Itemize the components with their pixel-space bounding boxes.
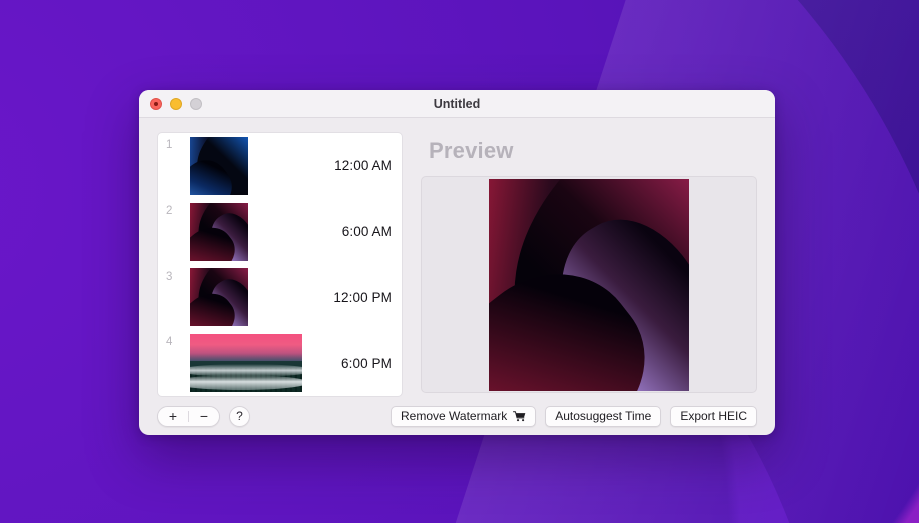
remove-watermark-button[interactable]: Remove Watermark bbox=[391, 405, 537, 427]
zoom-button[interactable] bbox=[190, 97, 202, 110]
list-item[interactable]: 3 12:00 PM bbox=[158, 265, 402, 331]
row-index: 3 bbox=[166, 270, 173, 283]
cart-icon bbox=[513, 410, 526, 422]
row-index: 1 bbox=[166, 139, 173, 151]
wallpaper-thumb-art bbox=[190, 202, 248, 261]
frame-time[interactable]: 6:00 PM bbox=[310, 356, 392, 371]
traffic-light-group bbox=[139, 97, 202, 110]
wallpaper-thumb-art bbox=[190, 136, 248, 195]
thumbnail-wrap bbox=[190, 268, 248, 327]
close-icon bbox=[154, 101, 158, 106]
desktop-wallpaper: Untitled 1 12:00 AM 2 6:00 AM 3 12:00 PM… bbox=[0, 0, 919, 523]
preview-image bbox=[489, 178, 689, 391]
bottom-toolbar: + − ? Remove Watermark Autosuggest Time … bbox=[139, 397, 775, 435]
row-index: 2 bbox=[166, 204, 173, 217]
window-titlebar[interactable]: Untitled bbox=[139, 90, 775, 118]
frame-thumbnail[interactable] bbox=[190, 202, 248, 261]
app-window: Untitled 1 12:00 AM 2 6:00 AM 3 12:00 PM… bbox=[139, 90, 775, 435]
close-button[interactable] bbox=[150, 97, 162, 110]
remove-watermark-label: Remove Watermark bbox=[401, 409, 508, 423]
window-title: Untitled bbox=[433, 96, 481, 111]
preview-panel: Preview bbox=[421, 132, 757, 397]
preview-frame bbox=[421, 176, 757, 393]
autosuggest-time-label: Autosuggest Time bbox=[555, 409, 652, 423]
wallpaper-thumb-art bbox=[190, 268, 248, 327]
frame-time[interactable]: 12:00 AM bbox=[256, 158, 392, 173]
frame-time[interactable]: 6:00 AM bbox=[256, 224, 392, 239]
frame-thumbnail[interactable] bbox=[190, 334, 302, 393]
landscape-thumb-art bbox=[190, 334, 302, 393]
list-item[interactable]: 1 12:00 AM bbox=[158, 133, 402, 199]
minimize-button[interactable] bbox=[170, 97, 182, 110]
thumbnail-wrap bbox=[190, 334, 302, 393]
add-remove-segmented-control[interactable]: + − bbox=[157, 405, 220, 427]
help-button[interactable]: ? bbox=[229, 405, 250, 427]
list-item[interactable]: 2 6:00 AM bbox=[158, 199, 402, 265]
add-frame-button[interactable]: + bbox=[158, 407, 188, 426]
frames-list[interactable]: 1 12:00 AM 2 6:00 AM 3 12:00 PM 4 6:00 P… bbox=[157, 132, 403, 397]
export-heic-button[interactable]: Export HEIC bbox=[670, 405, 757, 427]
window-body: 1 12:00 AM 2 6:00 AM 3 12:00 PM 4 6:00 P… bbox=[139, 118, 775, 397]
autosuggest-time-button[interactable]: Autosuggest Time bbox=[545, 405, 662, 427]
wallpaper-preview-art bbox=[489, 178, 689, 391]
frame-time[interactable]: 12:00 PM bbox=[256, 290, 392, 305]
export-heic-label: Export HEIC bbox=[680, 409, 747, 423]
frame-thumbnail[interactable] bbox=[190, 268, 248, 327]
remove-frame-button[interactable]: − bbox=[189, 407, 219, 426]
preview-title: Preview bbox=[429, 138, 514, 163]
row-index: 4 bbox=[166, 336, 173, 349]
list-item[interactable]: 4 6:00 PM bbox=[158, 330, 402, 396]
thumbnail-wrap bbox=[190, 202, 248, 261]
frame-thumbnail[interactable] bbox=[190, 136, 248, 195]
thumbnail-wrap bbox=[190, 136, 248, 195]
